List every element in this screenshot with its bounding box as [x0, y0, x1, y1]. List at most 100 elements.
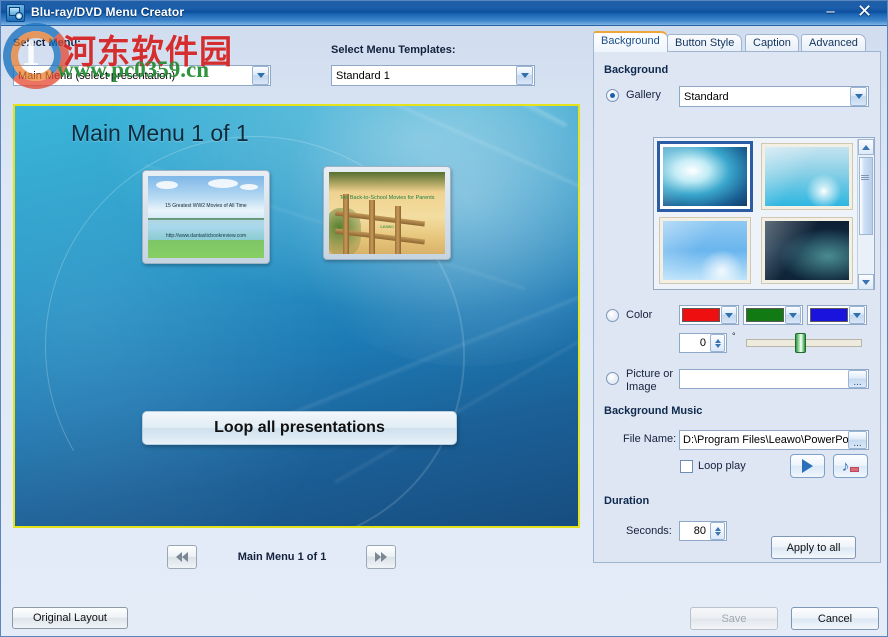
- next-menu-button[interactable]: [366, 545, 396, 569]
- gallery-thumbnail-list[interactable]: [653, 137, 875, 290]
- color-radio[interactable]: [606, 309, 619, 322]
- chevron-down-icon: [855, 94, 863, 99]
- title-bar: Blu-ray/DVD Menu Creator – ✕: [1, 1, 888, 26]
- stepper-down-icon: [715, 344, 721, 348]
- gallery-thumb-2[interactable]: [762, 144, 852, 209]
- stepper-down-icon: [715, 532, 721, 536]
- minimize-icon: –: [816, 1, 845, 22]
- tab-button-style[interactable]: Button Style: [667, 34, 742, 52]
- color-green-arrow-button[interactable]: [785, 306, 801, 324]
- chevron-down-icon: [725, 313, 733, 318]
- app-window: Blu-ray/DVD Menu Creator – ✕ 1 河东软件园 www…: [0, 0, 888, 637]
- picture-or-image-label: Picture or Image: [626, 368, 676, 394]
- play-icon: [802, 459, 813, 473]
- picture-path-input[interactable]: ...: [679, 369, 869, 389]
- chevron-down-icon: [257, 73, 265, 78]
- select-menu-dropdown[interactable]: Main Menu (select presentation): [13, 65, 271, 86]
- close-button[interactable]: ✕: [850, 1, 879, 22]
- double-chevron-right-icon: [375, 552, 387, 562]
- original-layout-button[interactable]: Original Layout: [12, 607, 128, 629]
- select-templates-arrow-button[interactable]: [516, 66, 533, 85]
- scroll-down-button[interactable]: [858, 274, 874, 290]
- background-section-title: Background: [604, 64, 668, 76]
- gradient-angle-spinner[interactable]: 0: [679, 333, 727, 353]
- save-button[interactable]: Save: [690, 607, 778, 630]
- select-templates-value: Standard 1: [332, 70, 516, 82]
- cancel-button[interactable]: Cancel: [791, 607, 879, 630]
- stepper-up-icon: [715, 339, 721, 343]
- color-dropdown-blue[interactable]: [807, 305, 867, 325]
- tab-caption[interactable]: Caption: [745, 34, 799, 52]
- music-file-input[interactable]: D:\Program Files\Leawo\PowerPoir ...: [679, 430, 869, 450]
- background-tab-panel: Background Gallery Standard: [593, 51, 881, 563]
- close-icon: ✕: [850, 1, 879, 22]
- gallery-dropdown[interactable]: Standard: [679, 86, 869, 107]
- color-label: Color: [626, 309, 652, 321]
- gallery-radio[interactable]: [606, 89, 619, 102]
- cancel-button-label: Cancel: [818, 613, 852, 625]
- degree-unit-label: °: [732, 331, 736, 341]
- gallery-dropdown-value: Standard: [680, 91, 850, 103]
- stepper-up-icon: [715, 527, 721, 531]
- chevron-down-icon: [789, 313, 797, 318]
- preview-slide-2-title: Ten Back-to-School Movies for Parents: [332, 194, 442, 202]
- select-menu-value: Main Menu (select presentation): [14, 70, 252, 82]
- loop-all-presentations-button[interactable]: Loop all presentations: [142, 411, 457, 445]
- gallery-thumb-4[interactable]: [762, 218, 852, 283]
- loop-play-checkbox[interactable]: [680, 460, 693, 473]
- edit-music-button[interactable]: ♪: [833, 454, 868, 478]
- menu-preview-canvas[interactable]: Main Menu 1 of 1 15 Greatest WW2 Movies …: [13, 104, 580, 528]
- slide-artwork-fence: Ten Back-to-School Movies for Parents Le…: [329, 172, 445, 254]
- gradient-slider-knob[interactable]: [795, 333, 806, 353]
- scroll-up-button[interactable]: [858, 139, 874, 155]
- tab-advanced[interactable]: Advanced: [801, 34, 866, 52]
- gradient-angle-stepper[interactable]: [710, 334, 725, 352]
- preview-slide-1-subtitle: http://www.dantasticbookreview.com: [152, 233, 260, 239]
- file-name-label: File Name:: [623, 433, 676, 445]
- cloud-icon: [240, 184, 258, 190]
- music-file-value: D:\Program Files\Leawo\PowerPoir: [680, 434, 848, 446]
- previous-menu-button[interactable]: [167, 545, 197, 569]
- window-title: Blu-ray/DVD Menu Creator: [31, 5, 184, 19]
- duration-stepper[interactable]: [710, 522, 725, 540]
- color-dropdown-green[interactable]: [743, 305, 803, 325]
- color-red-arrow-button[interactable]: [721, 306, 737, 324]
- color-swatch-blue: [810, 308, 848, 322]
- color-blue-arrow-button[interactable]: [849, 306, 865, 324]
- cloud-icon: [156, 181, 178, 189]
- preview-slide-art-1: 15 Greatest WW2 Movies of All Time http:…: [148, 176, 264, 258]
- gallery-dropdown-arrow-button[interactable]: [850, 87, 867, 106]
- gallery-scrollbar[interactable]: [857, 139, 873, 290]
- double-chevron-left-icon: [176, 552, 188, 562]
- tab-strip: Background Button Style Caption Advanced: [593, 31, 881, 51]
- play-music-button[interactable]: [790, 454, 825, 478]
- chevron-up-icon: [862, 145, 870, 150]
- seconds-label: Seconds:: [626, 525, 672, 537]
- app-icon: [6, 4, 25, 22]
- save-button-label: Save: [721, 613, 746, 625]
- picture-browse-button[interactable]: ...: [848, 370, 867, 388]
- tab-background[interactable]: Background: [593, 31, 668, 52]
- fence-post: [395, 206, 401, 254]
- select-templates-dropdown[interactable]: Standard 1: [331, 65, 535, 86]
- select-menu-arrow-button[interactable]: [252, 66, 269, 85]
- music-browse-button[interactable]: ...: [848, 431, 867, 449]
- preview-slide-thumbnail-1[interactable]: 15 Greatest WW2 Movies of All Time http:…: [142, 170, 270, 264]
- color-swatch-green: [746, 308, 784, 322]
- minimize-button[interactable]: –: [816, 1, 845, 22]
- apply-to-all-button[interactable]: Apply to all: [771, 536, 856, 559]
- preview-slide-2-subtitle: Leawo: [332, 224, 442, 229]
- preview-slide-thumbnail-2[interactable]: Ten Back-to-School Movies for Parents Le…: [323, 166, 451, 260]
- scrollbar-grip-icon: [861, 175, 869, 181]
- gallery-label: Gallery: [626, 89, 661, 101]
- scrollbar-thumb[interactable]: [859, 157, 873, 235]
- gallery-thumb-3[interactable]: [660, 218, 750, 283]
- color-dropdown-red[interactable]: [679, 305, 739, 325]
- properties-panel: Background Button Style Caption Advanced…: [593, 31, 881, 601]
- chevron-down-icon: [521, 73, 529, 78]
- gallery-thumb-1[interactable]: [660, 144, 750, 209]
- music-badge-icon: [850, 467, 859, 472]
- chevron-down-icon: [862, 280, 870, 285]
- duration-seconds-spinner[interactable]: 80: [679, 521, 727, 541]
- picture-or-image-radio[interactable]: [606, 372, 619, 385]
